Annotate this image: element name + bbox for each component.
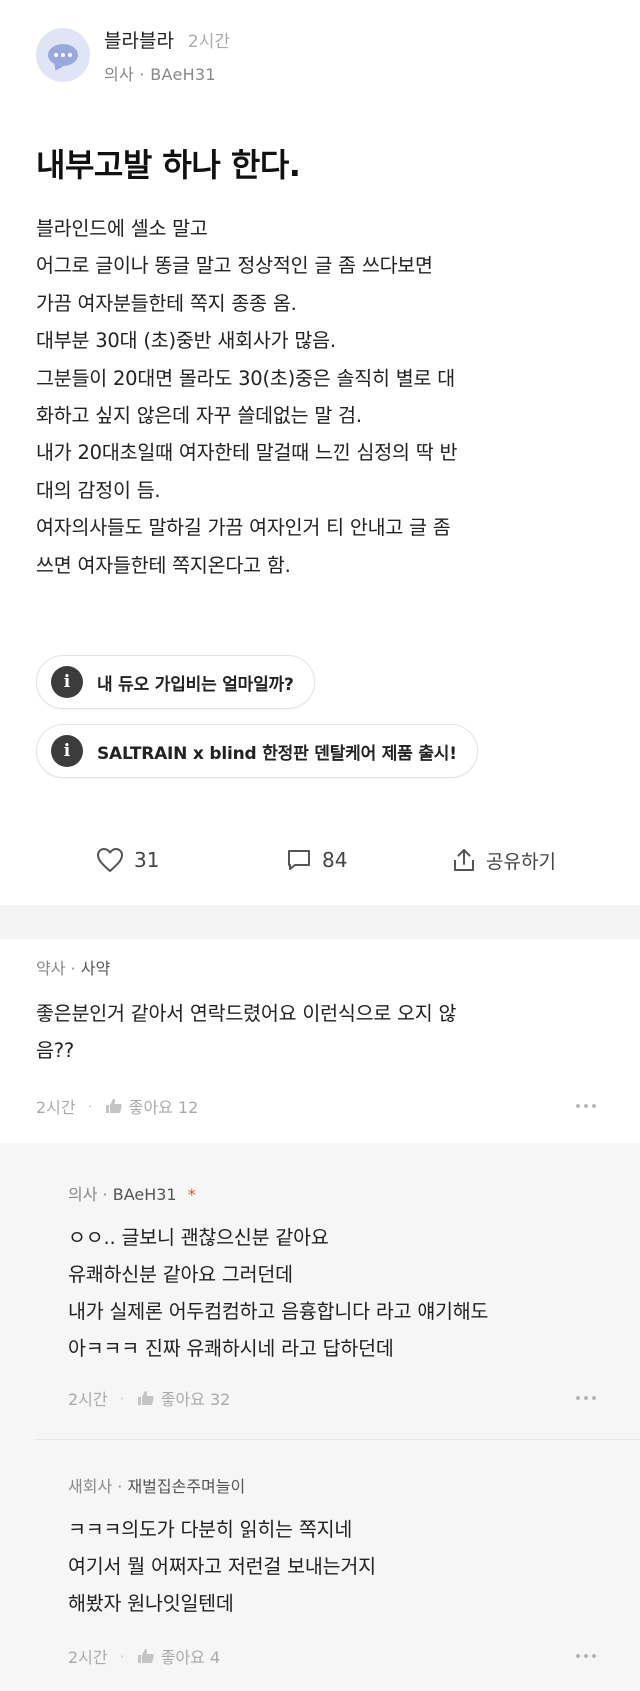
- post-body-line: 내가 20대초일때 여자한테 말걸때 느낀 심정의 딱 반: [36, 441, 458, 465]
- channel-avatar[interactable]: [36, 28, 90, 82]
- like-count: 31: [134, 848, 160, 872]
- reply-author-meta: 새회사 · 재벌집손주며늘이: [68, 1477, 246, 1496]
- more-options-icon[interactable]: [576, 1396, 596, 1400]
- like-label[interactable]: 좋아요 32: [161, 1386, 231, 1410]
- info-icon: i: [51, 666, 83, 698]
- comment-company: 약사: [36, 959, 66, 978]
- post-body: 블라인드에 셀소 말고 어그로 글이나 똥글 말고 정상적인 글 좀 쓰다보면 …: [36, 210, 616, 584]
- post-body-line: 가끔 여자분들한테 쪽지 종종 옴.: [36, 291, 297, 315]
- reply-item: 새회사 · 재벌집손주며늘이 ㅋㅋㅋ의도가 다분히 읽히는 쪽지네 여기서 뭘 …: [0, 1439, 640, 1691]
- reply-line: ㅋㅋㅋ의도가 다분히 읽히는 쪽지네: [68, 1518, 353, 1541]
- reply-nickname[interactable]: BAeH31: [113, 1185, 177, 1204]
- reply-time: 2시간: [68, 1390, 108, 1409]
- thumbs-up-icon[interactable]: [137, 1648, 155, 1664]
- post-body-line: 화하고 싶지 않은데 자꾸 쓸데없는 말 검.: [36, 404, 362, 428]
- like-button[interactable]: 31: [96, 840, 159, 880]
- promo-link-saltrain[interactable]: i SALTRAIN x blind 한정판 덴탈케어 제품 출시!: [36, 724, 478, 778]
- comment-count: 84: [322, 848, 348, 872]
- reply-item: 의사 · BAeH31 * ㅇㅇ.. 글보니 괜찮으신분 같아요 유쾌하신분 같…: [0, 1143, 640, 1439]
- more-options-icon[interactable]: [576, 1654, 596, 1658]
- share-button[interactable]: 공유하기: [452, 840, 556, 880]
- post-body-line: 블라인드에 셀소 말고: [36, 217, 208, 240]
- reply-author-meta: 의사 · BAeH31 *: [68, 1185, 196, 1204]
- post-actions: 31 84 공유하기: [0, 840, 640, 880]
- reply-footer: 2시간 · 좋아요 32: [68, 1386, 230, 1410]
- reply-body: ㅇㅇ.. 글보니 괜찮으신분 같아요 유쾌하신분 같아요 그러던데 내가 실제론…: [68, 1219, 488, 1367]
- post-body-line: 여자의사들도 말하길 가끔 여자인거 티 안내고 글 좀: [36, 516, 451, 540]
- comment-footer: 2시간 · 좋아요 12: [36, 1094, 198, 1118]
- chat-bubble-icon: [48, 44, 78, 66]
- more-options-icon[interactable]: [576, 1104, 596, 1108]
- post-title: 내부고발 하나 한다.: [36, 146, 301, 184]
- author-star-icon: *: [187, 1185, 196, 1204]
- promo-label: 내 듀오 가입비는 얼마일까?: [97, 674, 294, 695]
- like-label[interactable]: 좋아요 4: [161, 1644, 220, 1668]
- reply-line: 여기서 뭘 어쩌자고 저런걸 보내는거지: [68, 1555, 376, 1578]
- promo-link-duo[interactable]: i 내 듀오 가입비는 얼마일까?: [36, 655, 315, 709]
- reply-line: 유쾌하신분 같아요 그러던데: [68, 1263, 293, 1286]
- reply-body: ㅋㅋㅋ의도가 다분히 읽히는 쪽지네 여기서 뭘 어쩌자고 저런걸 보내는거지 …: [68, 1511, 376, 1622]
- reply-line: ㅇㅇ.. 글보니 괜찮으신분 같아요: [68, 1226, 329, 1249]
- reply-divider: [36, 1439, 640, 1440]
- post-card: 블라블라 2시간 의사 · BAeH31 내부고발 하나 한다. 블라인드에 셀…: [0, 0, 640, 900]
- share-label: 공유하기: [486, 850, 556, 873]
- comment-line: 음??: [36, 1039, 75, 1062]
- comment-author-meta: 약사 · 사약: [36, 959, 111, 978]
- share-icon: [454, 849, 474, 871]
- post-author-row: 블라블라 2시간 의사 · BAeH31: [36, 26, 231, 84]
- post-body-line: 쓰면 여자들한테 쪽지온다고 함.: [36, 553, 291, 577]
- comment-line: 좋은분인거 같아서 연락드렸어요 이런식으로 오지 않: [36, 1002, 457, 1025]
- promo-label: SALTRAIN x blind 한정판 덴탈케어 제품 출시!: [97, 743, 457, 764]
- comment-item: 약사 · 사약 좋은분인거 같아서 연락드렸어요 이런식으로 오지 않 음?? …: [0, 939, 640, 1143]
- post-body-line: 대의 감정이 듬.: [36, 478, 161, 502]
- post-body-line: 대부분 30대 (초)중반 새회사가 많음.: [36, 329, 336, 353]
- reply-time: 2시간: [68, 1648, 108, 1667]
- comment-body: 좋은분인거 같아서 연락드렸어요 이런식으로 오지 않 음??: [36, 995, 456, 1069]
- post-body-line: 어그로 글이나 똥글 말고 정상적인 글 좀 쓰다보면: [36, 254, 433, 278]
- comment-nickname[interactable]: 사약: [81, 959, 110, 978]
- info-icon: i: [51, 735, 83, 767]
- reply-nickname[interactable]: 재벌집손주며늘이: [127, 1477, 245, 1496]
- channel-name[interactable]: 블라블라: [104, 26, 174, 53]
- reply-company: 새회사: [68, 1477, 113, 1496]
- post-time: 2시간: [187, 31, 231, 52]
- thumbs-up-icon[interactable]: [137, 1390, 155, 1406]
- comment-icon: [288, 850, 310, 870]
- comment-time: 2시간: [36, 1098, 76, 1117]
- reply-company: 의사: [68, 1185, 98, 1204]
- reply-footer: 2시간 · 좋아요 4: [68, 1644, 220, 1668]
- heart-icon: [97, 848, 123, 872]
- section-divider: [0, 905, 640, 939]
- thumbs-up-icon[interactable]: [105, 1098, 123, 1114]
- author-meta: 의사 · BAeH31: [104, 64, 216, 84]
- like-label[interactable]: 좋아요 12: [129, 1094, 199, 1118]
- reply-line: 내가 실제론 어두컴컴하고 음흉합니다 라고 얘기해도: [68, 1300, 489, 1323]
- reply-line: 아ㅋㅋㅋ 진짜 유쾌하시네 라고 답하던데: [68, 1337, 394, 1360]
- reply-line: 해봤자 원나잇일텐데: [68, 1592, 234, 1615]
- post-body-line: 그분들이 20대면 몰라도 30(초)중은 솔직히 별로 대: [36, 366, 455, 390]
